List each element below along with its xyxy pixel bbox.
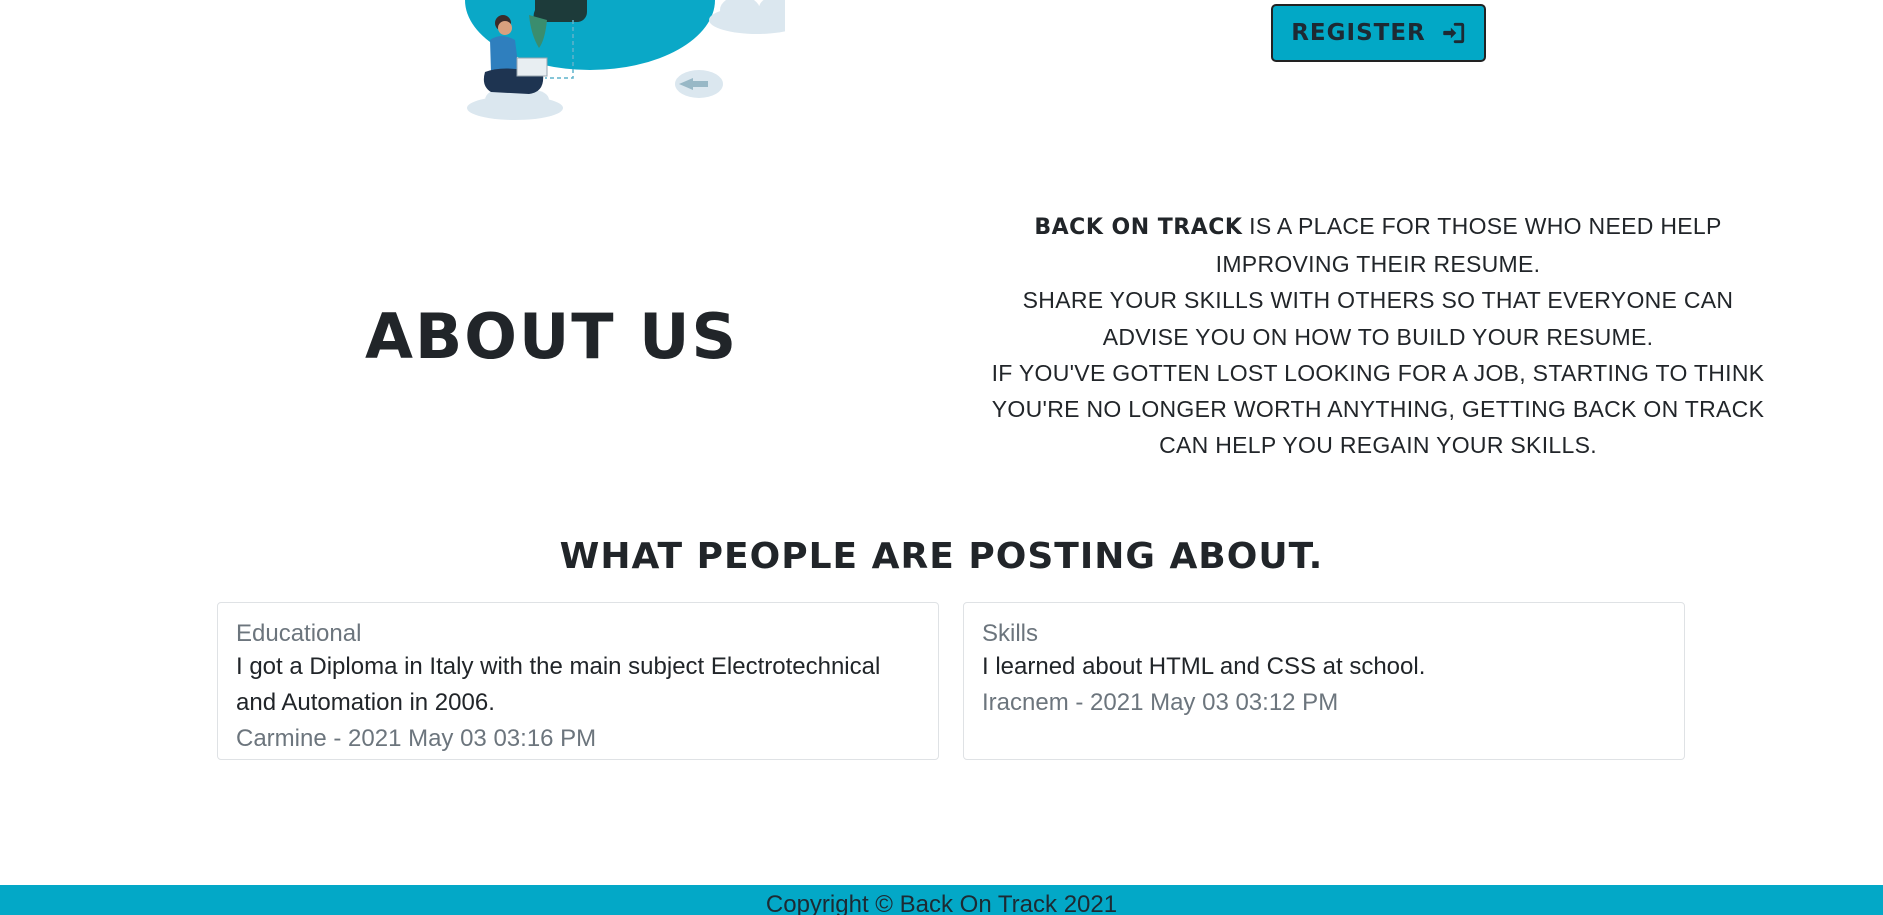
about-line-2: SHARE YOUR SKILLS WITH OTHERS SO THAT EV… [1022, 287, 1734, 350]
post-card[interactable]: Educational I got a Diploma in Italy wit… [217, 602, 939, 760]
posts-heading: WHAT PEOPLE ARE POSTING ABOUT. [559, 536, 1324, 577]
brand-name: BACK ON TRACK [1034, 215, 1243, 240]
post-meta: Iracnem - 2021 May 03 03:12 PM [982, 689, 1339, 716]
register-button[interactable]: REGISTER [1271, 4, 1486, 62]
post-text: I got a Diploma in Italy with the main s… [236, 653, 881, 716]
register-label: REGISTER [1291, 20, 1426, 46]
post-category: Skills [982, 620, 1039, 647]
footer-copyright: Copyright © Back On Track 2021 [765, 891, 1118, 915]
post-meta: Carmine - 2021 May 03 03:16 PM [236, 725, 597, 752]
about-title: ABOUT US [365, 300, 739, 373]
footer: Copyright © Back On Track 2021 [0, 885, 1883, 915]
post-category: Educational [236, 620, 362, 647]
post-card[interactable]: Skills I learned about HTML and CSS at s… [963, 602, 1685, 760]
about-line-3: IF YOU'VE GOTTEN LOST LOOKING FOR A JOB,… [991, 359, 1765, 459]
post-text: I learned about HTML and CSS at school. [982, 653, 1426, 680]
about-description: BACK ON TRACK IS A PLACE FOR THOSE WHO N… [978, 208, 1778, 463]
hero-illustration [465, 0, 785, 120]
about-line-1: IS A PLACE FOR THOSE WHO NEED HELP IMPRO… [1215, 213, 1722, 278]
sign-in-icon [1443, 22, 1464, 44]
